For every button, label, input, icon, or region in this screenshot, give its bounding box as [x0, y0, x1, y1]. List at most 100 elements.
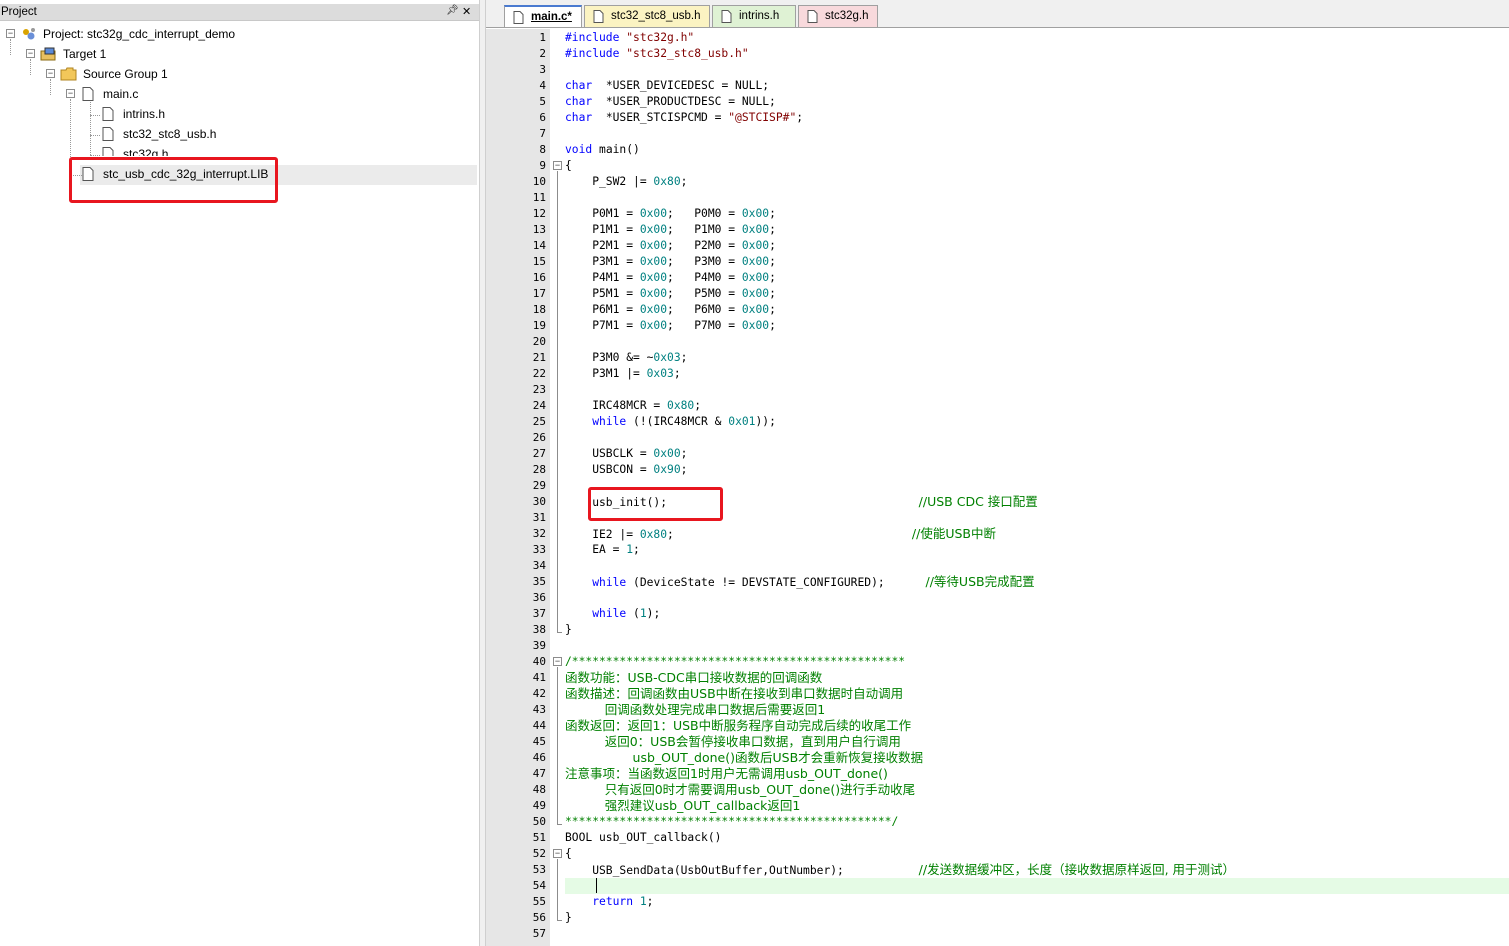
code-line: P4M1 = 0x00; P4M0 = 0x00;: [565, 270, 776, 286]
line-number: 33: [532, 543, 546, 556]
code-token: usb_OUT_done()函数后USB才会重新恢复接收数据: [565, 750, 924, 765]
file-icon: [102, 147, 116, 156]
code-token: IRC48MCR =: [565, 399, 668, 412]
code-token: ;: [769, 239, 776, 252]
tree-item-main-c[interactable]: − main.c: [0, 84, 300, 104]
code-line: 只有返回0时才需要调用usb_OUT_done()进行手动收尾: [565, 782, 915, 798]
code-token: ; P0M0 =: [667, 207, 742, 220]
tree-item-source-group[interactable]: − Source Group 1: [0, 64, 300, 84]
line-number: 44: [532, 719, 546, 732]
line-number: 24: [532, 399, 546, 412]
code-token: BOOL usb_OUT_callback(): [565, 831, 722, 844]
code-line: /***************************************…: [565, 654, 905, 670]
code-token: ;: [769, 287, 776, 300]
code-token: 0x00: [639, 287, 668, 300]
code-token: 1: [626, 543, 634, 556]
line-number: 25: [532, 415, 546, 428]
code-token: {: [565, 847, 572, 860]
code-line: char *USER_STCISPCMD = "@STCISP#";: [565, 110, 803, 126]
fold-toggle-icon[interactable]: −: [553, 849, 562, 858]
code-token: 0x00: [741, 223, 770, 236]
code-token: {: [565, 159, 572, 172]
code-token: void: [565, 143, 593, 156]
code-line: return 1;: [565, 894, 653, 910]
tree-item-header-file[interactable]: stc32g.h: [0, 144, 300, 156]
tree-item-label: main.c: [103, 87, 139, 101]
code-token: 0x03: [646, 367, 674, 380]
code-token: 函数功能：USB-CDC串口接收数据的回调函数: [565, 670, 823, 685]
collapse-toggle-icon[interactable]: −: [46, 69, 55, 78]
line-number: 46: [532, 751, 546, 764]
pane-splitter[interactable]: [479, 0, 486, 946]
line-number: 28: [532, 463, 546, 476]
code-line: USBCON = 0x90;: [565, 462, 687, 478]
line-number: 20: [532, 335, 546, 348]
text-caret: [596, 878, 597, 893]
line-number: 42: [532, 687, 546, 700]
tab-stc32-stc8-usb-h[interactable]: stc32_stc8_usb.h: [584, 5, 710, 27]
code-line: P2M1 = 0x00; P2M0 = 0x00;: [565, 238, 776, 254]
line-number: 37: [532, 607, 546, 620]
line-number: 5: [539, 95, 546, 108]
tree-item-header-file[interactable]: intrins.h: [0, 104, 300, 124]
close-icon[interactable]: ✕: [462, 5, 471, 18]
code-token: 0x00: [639, 319, 668, 332]
code-token: /***************************************…: [565, 655, 906, 668]
line-number: 27: [532, 447, 546, 460]
code-token: 0x80: [653, 175, 681, 188]
tree-item-target[interactable]: − Target 1: [0, 44, 300, 64]
editor-tab-bar: main.c* stc32_stc8_usb.h intrins.h stc32…: [486, 0, 1509, 28]
code-line: USBCLK = 0x00;: [565, 446, 687, 462]
line-number: 36: [532, 591, 546, 604]
code-token: ;: [646, 895, 654, 908]
code-token: USBCON =: [565, 463, 654, 476]
code-token: ;: [769, 207, 776, 220]
line-number: 35: [532, 575, 546, 588]
pin-icon[interactable]: 📌︎: [446, 5, 459, 16]
line-number: 8: [539, 143, 546, 156]
collapse-toggle-icon[interactable]: −: [66, 89, 75, 98]
fold-toggle-icon[interactable]: −: [553, 161, 562, 170]
tab-intrins-h[interactable]: intrins.h: [712, 5, 796, 27]
code-line: IRC48MCR = 0x80;: [565, 398, 701, 414]
tab-label: main.c*: [531, 11, 572, 23]
code-line: while (1);: [565, 606, 660, 622]
annotation-highlight-box: [588, 487, 723, 521]
line-number: 7: [539, 127, 546, 140]
line-number: 18: [532, 303, 546, 316]
project-icon: [21, 27, 35, 41]
collapse-toggle-icon[interactable]: −: [6, 29, 15, 38]
fold-toggle-icon[interactable]: −: [553, 657, 562, 666]
code-token: ;: [680, 463, 688, 476]
code-line: while (!(IRC48MCR & 0x01));: [565, 414, 776, 430]
collapse-toggle-icon[interactable]: −: [26, 49, 35, 58]
code-line: EA = 1;: [565, 542, 640, 558]
project-pane-title: Project: [1, 6, 37, 18]
code-line: 返回0：USB会暂停接收串口数据，直到用户自行调用: [565, 734, 901, 750]
code-token: P_SW2 |=: [565, 175, 654, 188]
tree-item-project[interactable]: − Project: stc32g_cdc_interrupt_demo: [0, 24, 300, 44]
file-icon: [721, 10, 732, 31]
code-line: 函数返回：返回1：USB中断服务程序自动完成后续的收尾工作: [565, 718, 911, 734]
line-number: 41: [532, 671, 546, 684]
code-editor[interactable]: 1 2 3 4 5 6 7 8 9 10 11 12 13 14 15 16 17 18 19 20 21 22 23 24 2…: [486, 29, 1509, 946]
tab-stc32g-h[interactable]: stc32g.h: [798, 5, 878, 27]
code-line: P_SW2 |= 0x80;: [565, 174, 687, 190]
code-token: "@STCISP#": [728, 111, 797, 124]
file-icon: [102, 107, 116, 121]
code-token: P6M1 =: [565, 303, 640, 316]
code-line: #include "stc32_stc8_usb.h": [565, 46, 749, 62]
code-token: 0x00: [741, 239, 770, 252]
tab-main-c[interactable]: main.c*: [504, 5, 582, 27]
tree-item-header-file[interactable]: stc32_stc8_usb.h: [0, 124, 300, 144]
code-token: P4M1 =: [565, 271, 640, 284]
code-token: (!(IRC48MCR &: [626, 415, 729, 428]
code-token: *USER_DEVICEDESC = NULL;: [592, 79, 770, 92]
line-number: 53: [532, 863, 546, 876]
code-token: 0x03: [653, 351, 681, 364]
line-number: 13: [532, 223, 546, 236]
line-number: 32: [532, 527, 546, 540]
code-token: }: [565, 623, 572, 636]
line-number: 43: [532, 703, 546, 716]
